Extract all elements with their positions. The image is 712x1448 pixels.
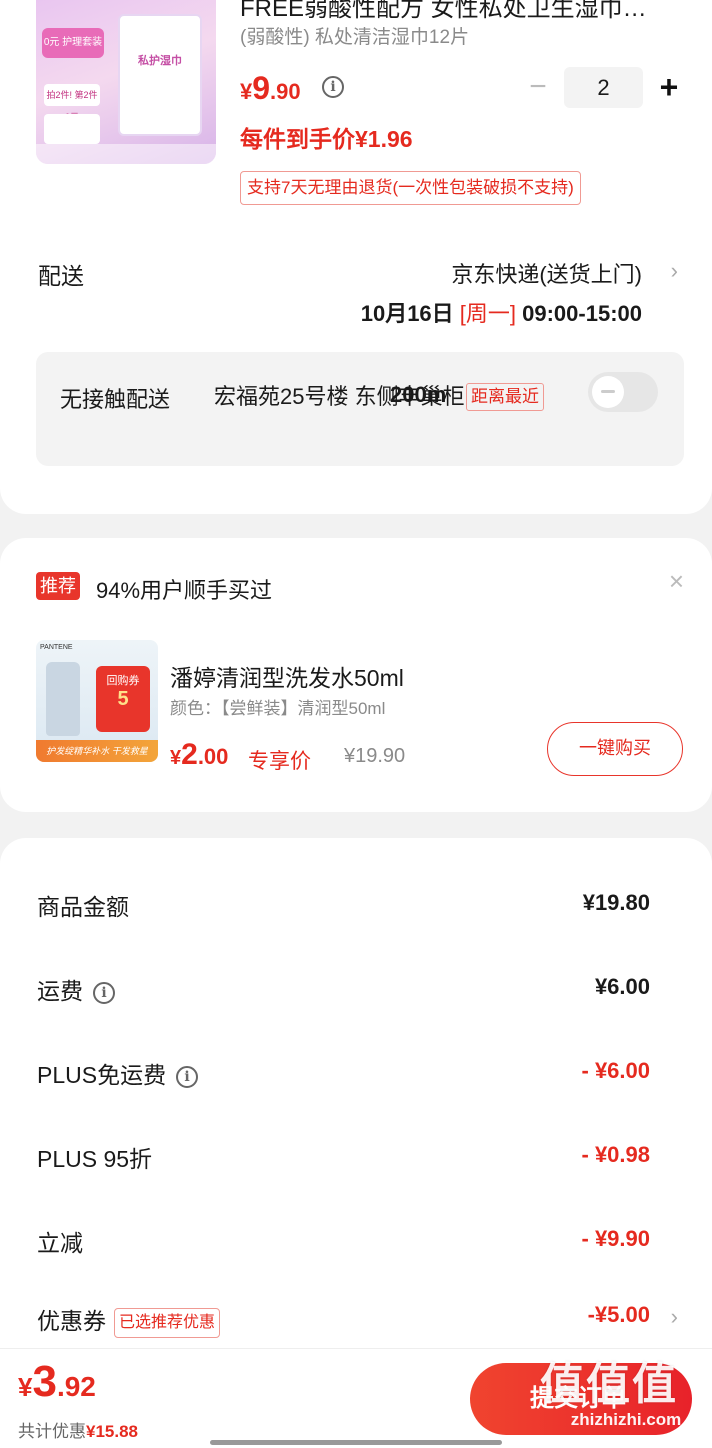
- coupon-row[interactable]: 优惠券 已选推荐优惠: [37, 1302, 221, 1338]
- saving-prefix: 共计优惠: [18, 1422, 86, 1441]
- product-price-currency: ¥: [240, 79, 253, 104]
- delivery-method[interactable]: 京东快递(送货上门): [451, 257, 642, 289]
- subtotal-label: 商品金额: [37, 894, 129, 920]
- product-price: ¥9.90: [240, 70, 301, 107]
- one-click-buy-button[interactable]: 一键购买: [547, 722, 683, 776]
- toggle-knob: [592, 376, 624, 408]
- recommend-badge: 推荐: [36, 572, 80, 600]
- saving-amount: ¥15.88: [86, 1422, 138, 1441]
- coupon-tag: 已选推荐优惠: [114, 1307, 221, 1338]
- per-item-price: 每件到手价¥1.96: [240, 126, 413, 152]
- contactless-label: 无接触配送: [60, 387, 171, 412]
- product-image[interactable]: 0元 护理套装 拍2件! 第2件0元 私护湿巾: [36, 0, 216, 164]
- plus-discount-value: - ¥0.98: [581, 1142, 651, 1167]
- watermark: 值值值 zhizhizhi.com: [540, 1360, 712, 1430]
- product-price-int: 9: [252, 70, 271, 106]
- chevron-right-icon[interactable]: ›: [671, 258, 678, 284]
- total-price: ¥3.92: [18, 1357, 96, 1407]
- total-currency: ¥: [18, 1372, 33, 1402]
- delivery-window: 09:00-15:00: [516, 301, 642, 326]
- recommend-headline: 94%用户顺手买过: [96, 578, 273, 603]
- coupon-value[interactable]: -¥5.00: [588, 1302, 650, 1328]
- watermark-logo: 值值值: [540, 1360, 678, 1409]
- product-image-promo: 0元 护理套装: [42, 28, 104, 58]
- plus-free-shipping-row: PLUS免运费 i: [37, 1056, 199, 1090]
- subtotal-value: ¥19.80: [582, 890, 650, 915]
- shipping-label: 运费: [37, 978, 83, 1004]
- delivery-time[interactable]: 10月16日 [周一] 09:00-15:00: [361, 296, 642, 328]
- recommend-price-int: 2: [181, 738, 198, 771]
- contactless-toggle[interactable]: [588, 372, 658, 412]
- home-indicator[interactable]: [210, 1440, 502, 1445]
- shipping-row: 运费 i: [37, 972, 115, 1006]
- recommendation-card: 推荐 94%用户顺手买过 × PANTENE 回购券 5 护发绽精华补水 干发救…: [0, 538, 712, 812]
- price-summary-card: 商品金额 ¥19.80 运费 i ¥6.00 PLUS免运费 i - ¥6.00 P…: [0, 838, 712, 1358]
- recommend-product-spec: 颜色：【尝鲜装】清润型50ml: [170, 699, 386, 718]
- delivery-label: 配送: [38, 263, 84, 289]
- recommend-price: ¥2.00: [170, 738, 228, 772]
- delivery-weekday: [周一]: [459, 301, 517, 326]
- return-policy-tag: 支持7天无理由退货(一次性包装破损不支持): [240, 171, 581, 205]
- product-image-rating: [44, 114, 100, 144]
- recommend-price-label: 专享价: [248, 750, 311, 773]
- coupon-label: 优惠券: [37, 1308, 106, 1334]
- product-image-pedestal: [36, 144, 216, 164]
- contactless-delivery-box: 无接触配送 宏福苑25号楼 东侧丰巢柜 200m 距离最近: [36, 352, 684, 466]
- product-package: 私护湿巾: [118, 14, 202, 136]
- product-subtitle: (弱酸性) 私处清洁湿巾12片: [240, 27, 470, 48]
- total-saving: 共计优惠¥15.88: [18, 1417, 138, 1442]
- product-package-label: 私护湿巾: [138, 55, 182, 67]
- recommend-product-name[interactable]: 潘婷清润型洗发水50ml: [170, 659, 404, 693]
- instant-discount-label: 立减: [37, 1230, 83, 1256]
- instant-discount-value: - ¥9.90: [581, 1226, 651, 1251]
- recommend-price-dec: .00: [197, 744, 229, 769]
- total-int: 3: [32, 1357, 57, 1406]
- watermark-url: zhizhizhi.com: [570, 1410, 682, 1429]
- quantity-increase-button[interactable]: +: [652, 68, 686, 106]
- recommend-product-image[interactable]: PANTENE 回购券 5 护发绽精华补水 干发救星: [36, 640, 158, 762]
- plus-shipping-info-icon[interactable]: i: [176, 1065, 199, 1088]
- chevron-right-icon[interactable]: ›: [671, 1304, 678, 1330]
- quantity-decrease-button[interactable]: −: [522, 70, 554, 106]
- product-card: 0元 护理套装 拍2件! 第2件0元 私护湿巾 FREE弱酸性配方 女性私处卫生…: [0, 0, 712, 514]
- product-title[interactable]: FREE弱酸性配方 女性私处卫生湿巾…: [240, 0, 680, 23]
- quantity-input[interactable]: 2: [564, 67, 643, 108]
- plus-free-shipping-label: PLUS免运费: [37, 1062, 167, 1088]
- product-image-offer: 拍2件! 第2件0元: [44, 84, 100, 122]
- plus-free-shipping-value: - ¥6.00: [581, 1058, 651, 1083]
- nearest-badge: 距离最近: [466, 383, 544, 411]
- recommend-image-brand: PANTENE: [40, 644, 73, 651]
- total-dec: .92: [56, 1371, 96, 1402]
- delivery-date: 10月16日: [360, 301, 460, 326]
- recommend-image-coupon: 回购券 5: [96, 666, 150, 732]
- recommend-original-price: ¥19.90: [344, 745, 406, 767]
- shampoo-bottle: [46, 662, 80, 736]
- recommend-image-strip: 护发绽精华补水 干发救星: [36, 740, 158, 762]
- recommend-price-currency: ¥: [170, 747, 182, 769]
- locker-distance: 200m: [390, 382, 447, 407]
- price-info-icon[interactable]: i: [322, 76, 344, 98]
- shipping-value: ¥6.00: [594, 974, 650, 999]
- shipping-info-icon[interactable]: i: [93, 981, 115, 1004]
- recommend-coupon-label: 回购券: [106, 675, 140, 687]
- product-price-dec: .90: [270, 79, 301, 104]
- plus-discount-label: PLUS 95折: [37, 1146, 153, 1172]
- close-icon[interactable]: ×: [669, 566, 684, 597]
- recommend-coupon-value: 5: [117, 688, 129, 710]
